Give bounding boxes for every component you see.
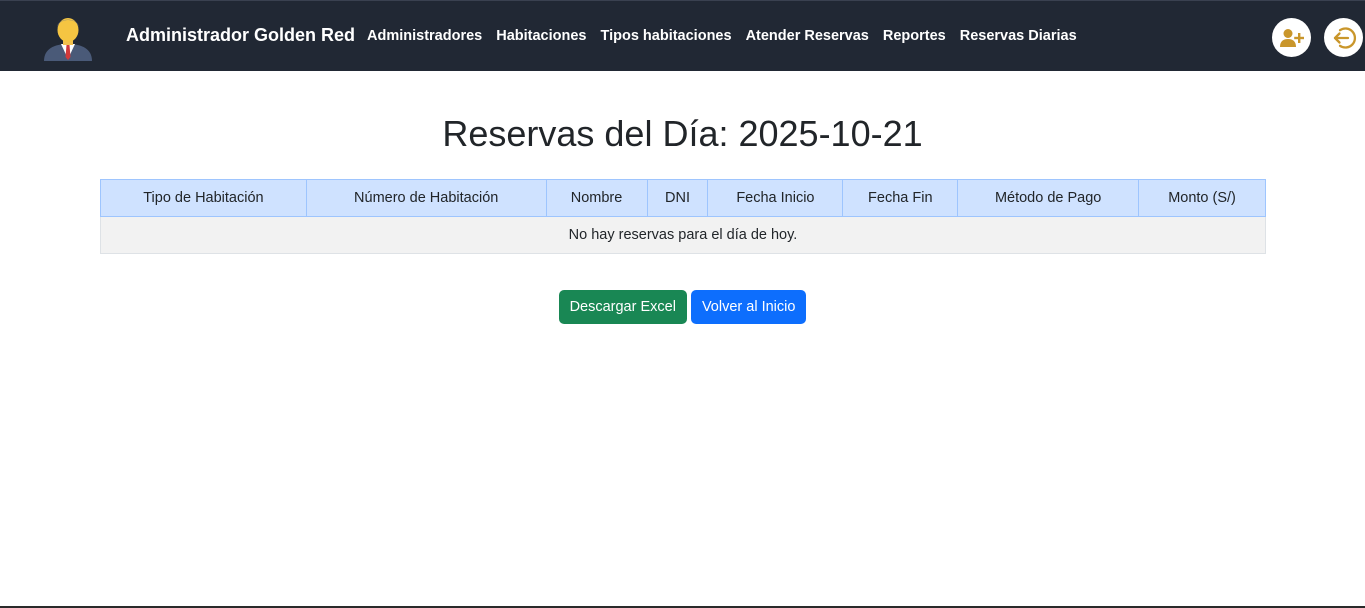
action-buttons: Descargar Excel Volver al Inicio [0,290,1365,324]
nav-link-habitaciones[interactable]: Habitaciones [496,28,586,44]
nav-link-reportes[interactable]: Reportes [883,28,946,44]
page-title: Reservas del Día: 2025-10-21 [442,113,923,154]
add-user-button[interactable] [1272,18,1311,57]
download-excel-button[interactable]: Descargar Excel [558,290,687,324]
column-header-fecha-fin: Fecha Fin [842,179,959,217]
add-user-icon [1279,28,1304,47]
nav-link-administradores[interactable]: Administradores [367,28,482,44]
table-header-row: Tipo de Habitación Número de Habitación … [100,179,1266,217]
column-header-metodo-pago: Método de Pago [957,179,1140,217]
back-home-button[interactable]: Volver al Inicio [690,290,807,324]
column-header-fecha-inicio: Fecha Inicio [707,179,844,217]
column-header-numero-habitacion: Número de Habitación [305,179,547,217]
empty-table-message: No hay reservas para el día de hoy. [100,216,1266,254]
column-header-monto: Monto (S/) [1138,179,1266,217]
table-row: No hay reservas para el día de hoy. [100,216,1266,254]
brand-title[interactable]: Administrador Golden Red [126,25,355,46]
nav-link-tipos-habitaciones[interactable]: Tipos habitaciones [600,28,731,44]
column-header-dni: DNI [646,179,709,217]
nav-link-atender-reservas[interactable]: Atender Reservas [746,28,869,44]
column-header-tipo-habitacion: Tipo de Habitación [100,179,307,217]
nav-links: Administradores Habitaciones Tipos habit… [367,28,1091,44]
nav-link-reservas-diarias[interactable]: Reservas Diarias [960,28,1077,44]
column-header-nombre: Nombre [545,179,648,217]
businessman-avatar-icon [42,13,94,61]
logout-icon [1333,26,1356,49]
logout-button[interactable] [1324,18,1363,57]
navbar: Administrador Golden Red Administradores… [0,0,1365,71]
reservations-table: Tipo de Habitación Número de Habitación … [100,179,1266,254]
